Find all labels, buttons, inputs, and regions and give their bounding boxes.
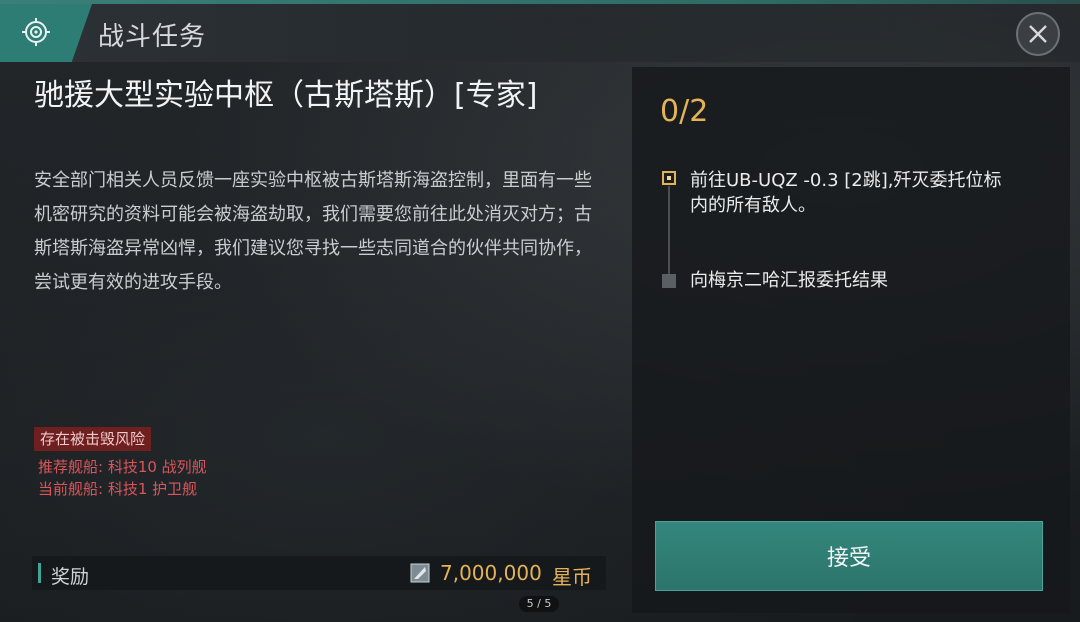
reward-amount: 7,000,000 xyxy=(440,561,542,585)
objective-progress: 0/2 xyxy=(660,94,709,129)
objective-item: 向梅京二哈汇报委托结果 xyxy=(690,270,888,291)
mission-description: 安全部门相关人员反馈一座实验中枢被古斯塔斯海盗控制，里面有一些机密研究的资料可能… xyxy=(34,170,592,293)
reward-currency: 星币 xyxy=(552,565,592,589)
close-button[interactable] xyxy=(1016,12,1060,56)
objective-marker-active xyxy=(662,171,676,185)
radar-icon xyxy=(22,18,50,46)
reward-accent xyxy=(38,563,41,583)
objective-timeline xyxy=(668,186,670,276)
accept-button[interactable]: 接受 xyxy=(655,521,1043,591)
risk-warning-badge: 存在被击毁风险 xyxy=(34,427,152,451)
current-ship-text: 当前舰船: 科技1 护卫舰 xyxy=(38,480,198,498)
mission-title: 驰援大型实验中枢（古斯塔斯）[专家] xyxy=(34,78,538,113)
recommended-ship-text: 推荐舰船: 科技10 战列舰 xyxy=(38,458,207,476)
page-title: 战斗任务 xyxy=(98,22,207,52)
objective-marker-pending xyxy=(662,274,676,288)
close-icon xyxy=(1029,25,1047,43)
star-coin-icon xyxy=(410,563,430,583)
reward-label: 奖励 xyxy=(51,566,90,588)
objective-item: 前往UB-UQZ -0.3 [2跳],歼灭委托位标内的所有敌人。 xyxy=(690,170,1002,216)
page-indicator: 5 / 5 xyxy=(519,596,559,612)
